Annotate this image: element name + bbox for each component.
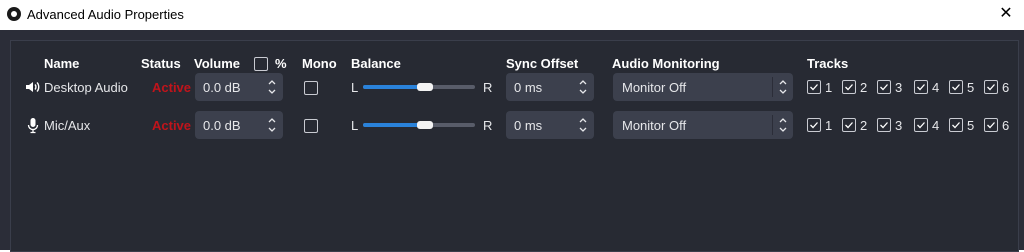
track-checkbox[interactable]: 1 (807, 78, 833, 96)
obs-logo-icon (7, 7, 21, 21)
track-checkbox[interactable]: 4 (914, 116, 940, 134)
speaker-icon (24, 78, 42, 96)
balance-right-label: R (483, 80, 493, 95)
track-checkbox[interactable]: 2 (842, 116, 868, 134)
audio-monitoring-value: Monitor Off (622, 118, 687, 133)
track-label: 5 (967, 80, 975, 95)
spin-arrows-icon[interactable] (267, 114, 277, 136)
track-checkbox[interactable]: 5 (949, 116, 975, 134)
volume-spinbox[interactable]: 0.0 dB (195, 73, 283, 101)
header-volume: Volume (194, 56, 240, 71)
track-label: 2 (860, 118, 868, 133)
dropdown-arrows-icon (778, 76, 788, 98)
header-sync-offset: Sync Offset (506, 56, 579, 71)
header-mono: Mono (302, 56, 337, 71)
track-checkbox[interactable]: 5 (949, 78, 975, 96)
volume-value: 0.0 dB (203, 80, 241, 95)
microphone-icon (24, 116, 42, 134)
track-checkbox[interactable]: 6 (984, 116, 1010, 134)
title-bar: Advanced Audio Properties ✕ (0, 0, 1024, 30)
status-badge: Active (152, 80, 192, 95)
balance-slider-handle[interactable] (417, 83, 433, 91)
window-body: Name Status Volume % Mono Balance Sync O… (0, 30, 1024, 252)
track-checkbox[interactable]: 2 (842, 78, 868, 96)
volume-value: 0.0 dB (203, 118, 241, 133)
track-checkbox[interactable]: 3 (877, 116, 903, 134)
track-label: 3 (895, 80, 903, 95)
window-title: Advanced Audio Properties (27, 7, 184, 22)
status-badge: Active (152, 118, 192, 133)
header-tracks: Tracks (807, 56, 849, 71)
source-name: Mic/Aux (44, 118, 91, 133)
balance-slider-fill (363, 85, 425, 89)
volume-spinbox[interactable]: 0.0 dB (195, 111, 283, 139)
track-checkbox[interactable]: 6 (984, 78, 1010, 96)
track-checkbox[interactable]: 1 (807, 116, 833, 134)
close-button[interactable]: ✕ (996, 4, 1016, 24)
header-audio-monitoring: Audio Monitoring (612, 56, 720, 71)
source-name: Desktop Audio (44, 80, 128, 95)
audio-properties-table: Name Status Volume % Mono Balance Sync O… (10, 40, 1019, 252)
track-label: 3 (895, 118, 903, 133)
track-checkbox[interactable]: 4 (914, 78, 940, 96)
balance-left-label: L (351, 80, 359, 95)
audio-monitoring-dropdown[interactable]: Monitor Off (613, 73, 793, 101)
sync-offset-value: 0 ms (514, 80, 543, 95)
track-label: 2 (860, 80, 868, 95)
track-label: 5 (967, 118, 975, 133)
sync-offset-spinbox[interactable]: 0 ms (506, 111, 594, 139)
spin-arrows-icon[interactable] (267, 76, 277, 98)
spin-arrows-icon[interactable] (578, 76, 588, 98)
spin-arrows-icon[interactable] (578, 114, 588, 136)
balance-slider-handle[interactable] (417, 121, 433, 129)
track-label: 6 (1002, 80, 1010, 95)
balance-left-label: L (351, 118, 359, 133)
sync-offset-value: 0 ms (514, 118, 543, 133)
track-label: 4 (932, 80, 940, 95)
track-label: 6 (1002, 118, 1010, 133)
sync-offset-spinbox[interactable]: 0 ms (506, 73, 594, 101)
track-checkbox[interactable]: 3 (877, 78, 903, 96)
mono-checkbox[interactable] (304, 119, 318, 133)
volume-percent-checkbox[interactable] (254, 57, 268, 71)
audio-monitoring-value: Monitor Off (622, 80, 687, 95)
header-status: Status (141, 56, 181, 71)
track-label: 1 (825, 80, 833, 95)
header-name: Name (44, 56, 80, 71)
track-label: 4 (932, 118, 940, 133)
header-percent: % (275, 56, 287, 71)
balance-right-label: R (483, 118, 493, 133)
track-label: 1 (825, 118, 833, 133)
balance-slider-fill (363, 123, 425, 127)
mono-checkbox[interactable] (304, 81, 318, 95)
dropdown-arrows-icon (778, 114, 788, 136)
audio-monitoring-dropdown[interactable]: Monitor Off (613, 111, 793, 139)
header-balance: Balance (351, 56, 401, 71)
